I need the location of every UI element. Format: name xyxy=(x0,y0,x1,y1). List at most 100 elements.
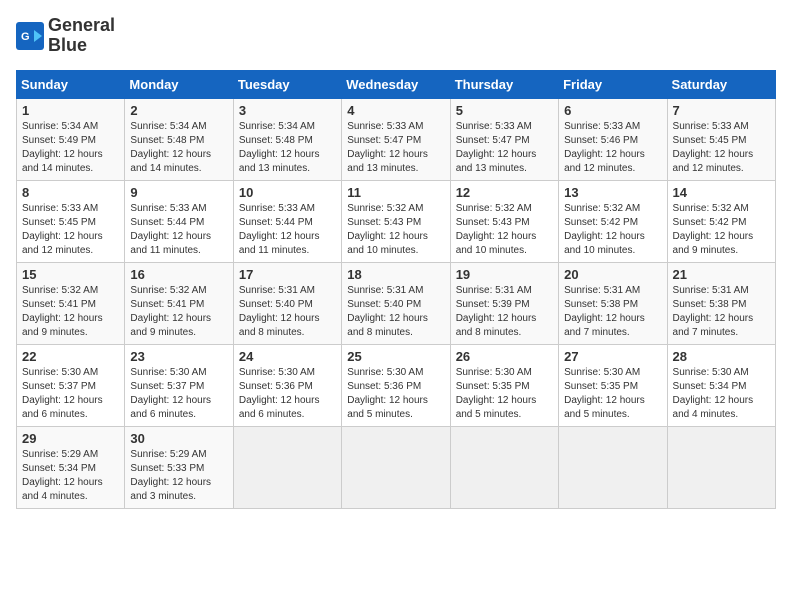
day-info: Sunrise: 5:29 AM Sunset: 5:34 PM Dayligh… xyxy=(22,448,119,504)
day-number: 26 xyxy=(456,349,553,364)
calendar-week-4: 22 Sunrise: 5:30 AM Sunset: 5:37 PM Dayli… xyxy=(17,344,776,426)
calendar-cell: 9 Sunrise: 5:33 AM Sunset: 5:44 PM Daylig… xyxy=(125,180,233,262)
calendar-cell xyxy=(342,426,450,508)
col-header-tuesday: Tuesday xyxy=(233,70,341,98)
day-info: Sunrise: 5:32 AM Sunset: 5:43 PM Dayligh… xyxy=(347,202,444,258)
calendar-week-3: 15 Sunrise: 5:32 AM Sunset: 5:41 PM Dayli… xyxy=(17,262,776,344)
day-number: 9 xyxy=(130,185,227,200)
calendar-cell: 23 Sunrise: 5:30 AM Sunset: 5:37 PM Dayli… xyxy=(125,344,233,426)
day-info: Sunrise: 5:30 AM Sunset: 5:37 PM Dayligh… xyxy=(130,366,227,422)
day-number: 29 xyxy=(22,431,119,446)
calendar-cell: 27 Sunrise: 5:30 AM Sunset: 5:35 PM Dayli… xyxy=(559,344,667,426)
calendar-cell xyxy=(450,426,558,508)
day-number: 8 xyxy=(22,185,119,200)
day-number: 2 xyxy=(130,103,227,118)
calendar-cell: 11 Sunrise: 5:32 AM Sunset: 5:43 PM Dayli… xyxy=(342,180,450,262)
day-info: Sunrise: 5:33 AM Sunset: 5:44 PM Dayligh… xyxy=(239,202,336,258)
day-number: 1 xyxy=(22,103,119,118)
calendar-cell: 1 Sunrise: 5:34 AM Sunset: 5:49 PM Daylig… xyxy=(17,98,125,180)
calendar-cell: 6 Sunrise: 5:33 AM Sunset: 5:46 PM Daylig… xyxy=(559,98,667,180)
calendar-cell: 26 Sunrise: 5:30 AM Sunset: 5:35 PM Dayli… xyxy=(450,344,558,426)
calendar-cell: 12 Sunrise: 5:32 AM Sunset: 5:43 PM Dayli… xyxy=(450,180,558,262)
calendar-cell: 4 Sunrise: 5:33 AM Sunset: 5:47 PM Daylig… xyxy=(342,98,450,180)
calendar-cell: 7 Sunrise: 5:33 AM Sunset: 5:45 PM Daylig… xyxy=(667,98,775,180)
calendar-cell xyxy=(667,426,775,508)
day-number: 23 xyxy=(130,349,227,364)
day-info: Sunrise: 5:34 AM Sunset: 5:48 PM Dayligh… xyxy=(239,120,336,176)
calendar-cell: 14 Sunrise: 5:32 AM Sunset: 5:42 PM Dayli… xyxy=(667,180,775,262)
day-number: 11 xyxy=(347,185,444,200)
day-number: 4 xyxy=(347,103,444,118)
day-number: 27 xyxy=(564,349,661,364)
day-info: Sunrise: 5:32 AM Sunset: 5:42 PM Dayligh… xyxy=(673,202,770,258)
day-number: 7 xyxy=(673,103,770,118)
calendar-table: SundayMondayTuesdayWednesdayThursdayFrid… xyxy=(16,70,776,509)
calendar-cell: 18Sunrise: 5:31 AM Sunset: 5:40 PM Dayli… xyxy=(342,262,450,344)
calendar-cell: 25 Sunrise: 5:30 AM Sunset: 5:36 PM Dayli… xyxy=(342,344,450,426)
day-info: Sunrise: 5:33 AM Sunset: 5:45 PM Dayligh… xyxy=(673,120,770,176)
day-info: Sunrise: 5:34 AM Sunset: 5:49 PM Dayligh… xyxy=(22,120,119,176)
day-info: Sunrise: 5:31 AM Sunset: 5:39 PM Dayligh… xyxy=(456,284,553,340)
day-info: Sunrise: 5:33 AM Sunset: 5:46 PM Dayligh… xyxy=(564,120,661,176)
day-number: 3 xyxy=(239,103,336,118)
calendar-cell: 5Sunrise: 5:33 AM Sunset: 5:47 PM Daylig… xyxy=(450,98,558,180)
day-number: 5 xyxy=(456,103,553,118)
logo: G General Blue xyxy=(16,16,115,56)
day-info: Sunrise: 5:31 AM Sunset: 5:40 PM Dayligh… xyxy=(239,284,336,340)
col-header-saturday: Saturday xyxy=(667,70,775,98)
calendar-week-5: 29 Sunrise: 5:29 AM Sunset: 5:34 PM Dayli… xyxy=(17,426,776,508)
logo-icon: G xyxy=(16,22,44,50)
day-number: 22 xyxy=(22,349,119,364)
day-info: Sunrise: 5:33 AM Sunset: 5:47 PM Dayligh… xyxy=(347,120,444,176)
day-info: Sunrise: 5:30 AM Sunset: 5:36 PM Dayligh… xyxy=(239,366,336,422)
day-info: Sunrise: 5:32 AM Sunset: 5:42 PM Dayligh… xyxy=(564,202,661,258)
day-number: 17 xyxy=(239,267,336,282)
calendar-cell: 22 Sunrise: 5:30 AM Sunset: 5:37 PM Dayli… xyxy=(17,344,125,426)
calendar-cell: 2 Sunrise: 5:34 AM Sunset: 5:48 PM Daylig… xyxy=(125,98,233,180)
day-number: 12 xyxy=(456,185,553,200)
col-header-friday: Friday xyxy=(559,70,667,98)
calendar-week-1: 1 Sunrise: 5:34 AM Sunset: 5:49 PM Daylig… xyxy=(17,98,776,180)
calendar-cell xyxy=(233,426,341,508)
day-info: Sunrise: 5:30 AM Sunset: 5:36 PM Dayligh… xyxy=(347,366,444,422)
day-number: 19 xyxy=(456,267,553,282)
calendar-cell: 10Sunrise: 5:33 AM Sunset: 5:44 PM Dayli… xyxy=(233,180,341,262)
day-info: Sunrise: 5:32 AM Sunset: 5:43 PM Dayligh… xyxy=(456,202,553,258)
day-number: 13 xyxy=(564,185,661,200)
day-number: 28 xyxy=(673,349,770,364)
day-info: Sunrise: 5:34 AM Sunset: 5:48 PM Dayligh… xyxy=(130,120,227,176)
day-info: Sunrise: 5:30 AM Sunset: 5:35 PM Dayligh… xyxy=(564,366,661,422)
day-info: Sunrise: 5:33 AM Sunset: 5:45 PM Dayligh… xyxy=(22,202,119,258)
day-info: Sunrise: 5:30 AM Sunset: 5:35 PM Dayligh… xyxy=(456,366,553,422)
day-number: 18 xyxy=(347,267,444,282)
col-header-sunday: Sunday xyxy=(17,70,125,98)
calendar-cell: 28Sunrise: 5:30 AM Sunset: 5:34 PM Dayli… xyxy=(667,344,775,426)
day-info: Sunrise: 5:32 AM Sunset: 5:41 PM Dayligh… xyxy=(130,284,227,340)
calendar-cell: 19 Sunrise: 5:31 AM Sunset: 5:39 PM Dayli… xyxy=(450,262,558,344)
calendar-cell: 3 Sunrise: 5:34 AM Sunset: 5:48 PM Daylig… xyxy=(233,98,341,180)
calendar-cell: 29 Sunrise: 5:29 AM Sunset: 5:34 PM Dayli… xyxy=(17,426,125,508)
calendar-cell xyxy=(559,426,667,508)
calendar-cell: 15 Sunrise: 5:32 AM Sunset: 5:41 PM Dayli… xyxy=(17,262,125,344)
calendar-week-2: 8 Sunrise: 5:33 AM Sunset: 5:45 PM Daylig… xyxy=(17,180,776,262)
day-info: Sunrise: 5:31 AM Sunset: 5:38 PM Dayligh… xyxy=(564,284,661,340)
col-header-wednesday: Wednesday xyxy=(342,70,450,98)
calendar-cell: 8 Sunrise: 5:33 AM Sunset: 5:45 PM Daylig… xyxy=(17,180,125,262)
day-info: Sunrise: 5:32 AM Sunset: 5:41 PM Dayligh… xyxy=(22,284,119,340)
calendar-cell: 24Sunrise: 5:30 AM Sunset: 5:36 PM Dayli… xyxy=(233,344,341,426)
logo-blue: Blue xyxy=(48,36,115,56)
day-info: Sunrise: 5:33 AM Sunset: 5:44 PM Dayligh… xyxy=(130,202,227,258)
calendar-cell: 30 Sunrise: 5:29 AM Sunset: 5:33 PM Dayli… xyxy=(125,426,233,508)
day-info: Sunrise: 5:29 AM Sunset: 5:33 PM Dayligh… xyxy=(130,448,227,504)
day-number: 6 xyxy=(564,103,661,118)
logo-general: General xyxy=(48,16,115,36)
day-number: 15 xyxy=(22,267,119,282)
day-number: 21 xyxy=(673,267,770,282)
day-number: 14 xyxy=(673,185,770,200)
day-info: Sunrise: 5:30 AM Sunset: 5:37 PM Dayligh… xyxy=(22,366,119,422)
day-number: 16 xyxy=(130,267,227,282)
day-number: 20 xyxy=(564,267,661,282)
calendar-cell: 20 Sunrise: 5:31 AM Sunset: 5:38 PM Dayli… xyxy=(559,262,667,344)
day-number: 25 xyxy=(347,349,444,364)
day-number: 30 xyxy=(130,431,227,446)
